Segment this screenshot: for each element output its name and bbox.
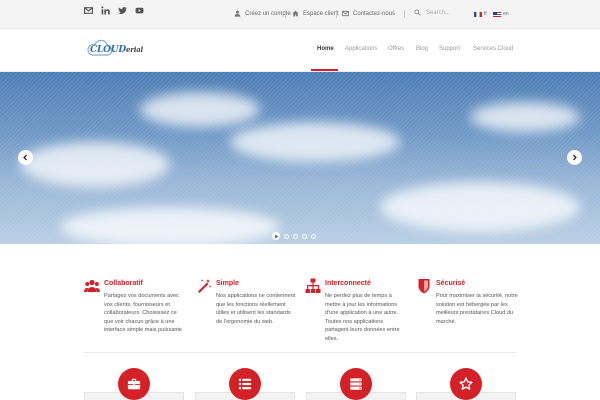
shield-icon <box>416 278 432 294</box>
client-space-label: Espace client <box>303 10 339 17</box>
separator <box>285 10 286 18</box>
briefcase-icon[interactable] <box>118 368 150 400</box>
slider-next-button[interactable] <box>567 150 582 165</box>
nav-offres[interactable]: Offres <box>388 46 404 52</box>
feature-title: Sécurisé <box>436 280 466 287</box>
star-icon[interactable] <box>450 368 482 400</box>
feature-title: Simple <box>216 280 239 287</box>
email-icon[interactable] <box>84 6 93 15</box>
slider-play-button[interactable] <box>272 232 280 240</box>
language-fr-label: fr <box>484 11 488 17</box>
chevron-right-icon <box>573 154 577 161</box>
twitter-icon[interactable] <box>118 6 127 15</box>
logo-text: CLOUDerial <box>90 45 143 55</box>
slider-dot[interactable] <box>293 233 298 239</box>
separator <box>336 10 337 18</box>
separator <box>404 10 405 18</box>
sitemap-icon <box>305 278 321 294</box>
magic-wand-icon <box>196 278 212 294</box>
language-fr[interactable]: fr <box>474 11 487 17</box>
nav-services-cloud[interactable]: Services Cloud <box>473 46 513 52</box>
envelope-icon <box>342 10 349 17</box>
nav-blog[interactable]: Blog <box>416 46 428 52</box>
client-space-link[interactable]: Espace client <box>292 10 339 17</box>
hero-texture <box>0 72 600 244</box>
linkedin-icon[interactable] <box>101 6 110 15</box>
top-utility-bar: Créez un compte Espace client Contactez-… <box>0 0 600 29</box>
flag-fr-icon <box>474 11 482 17</box>
nav-home[interactable]: Home <box>317 46 334 52</box>
users-icon <box>84 278 100 294</box>
youtube-icon[interactable] <box>135 6 144 15</box>
contact-label: Contactez-nous <box>353 10 396 17</box>
feature-text: Nos applications ne contiennent que les … <box>216 293 296 325</box>
hero-slider <box>0 72 600 244</box>
server-icon[interactable] <box>340 368 372 400</box>
slider-dot[interactable] <box>302 233 307 239</box>
feature-text: Partagez vos documents avec vos clients,… <box>104 293 183 334</box>
slider-pagination <box>272 232 316 240</box>
contact-link[interactable]: Contactez-nous <box>342 10 395 17</box>
user-icon <box>234 10 241 17</box>
home-icon <box>292 10 299 17</box>
nav-applications[interactable]: Applications <box>345 46 377 52</box>
flag-en-icon <box>493 11 501 17</box>
slider-dot[interactable] <box>311 233 316 239</box>
search-input[interactable]: Search... <box>426 10 450 16</box>
nav-active-indicator <box>311 69 338 71</box>
language-en[interactable]: en <box>493 11 509 17</box>
social-links <box>84 6 144 15</box>
site-logo[interactable]: CLOUDerial <box>86 36 148 64</box>
language-en-label: en <box>503 11 509 17</box>
play-icon <box>274 234 278 238</box>
search-icon <box>414 9 421 16</box>
section-divider <box>84 352 516 353</box>
nav-support[interactable]: Support <box>439 46 460 52</box>
search-box[interactable]: Search... <box>414 9 450 16</box>
feature-title: Interconnecté <box>325 280 371 287</box>
feature-text: Pour maximiser la sécurité, notre soluti… <box>436 293 518 325</box>
slider-dot[interactable] <box>284 233 289 239</box>
chevron-left-icon <box>23 154 27 161</box>
feature-text: Ne perdez plus de temps à mettre à jour … <box>325 293 400 342</box>
feature-title: Collaboratif <box>104 280 143 287</box>
slider-prev-button[interactable] <box>18 150 33 165</box>
create-account-label: Créez un compte <box>245 10 291 17</box>
list-icon[interactable] <box>229 368 261 400</box>
create-account-link[interactable]: Créez un compte <box>234 10 291 17</box>
